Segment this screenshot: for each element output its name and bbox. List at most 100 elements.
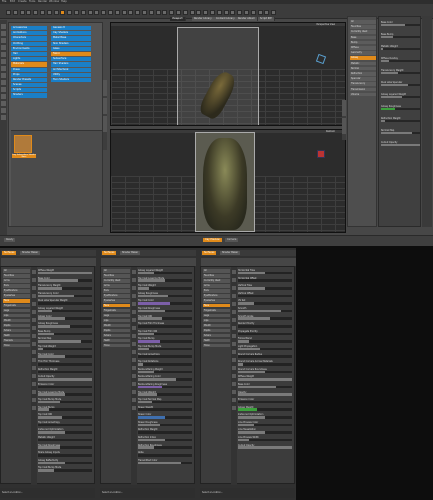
tool-icon[interactable]	[32, 350, 36, 354]
property-slider[interactable]: Backscattering Weight	[138, 368, 193, 374]
surface-tree-item[interactable]: Fingernails	[203, 308, 230, 313]
property-slider[interactable]: Base Color	[38, 277, 93, 283]
slider-track[interactable]	[38, 423, 92, 427]
slider-track[interactable]	[381, 35, 420, 38]
slider-track[interactable]	[38, 271, 92, 275]
surface-group-item[interactable]: Diffuse	[350, 46, 376, 50]
tool-icon[interactable]	[232, 374, 236, 378]
tool-icon[interactable]	[232, 278, 236, 282]
tool-icon[interactable]	[1, 66, 6, 71]
slider-track[interactable]	[238, 408, 292, 412]
slider-track[interactable]	[38, 317, 92, 320]
property-slider[interactable]: Translucency Color	[38, 292, 93, 298]
property-slider[interactable]: Top Coat IOR	[138, 315, 193, 321]
surface-tree-item[interactable]: Pupils	[3, 323, 30, 328]
status-camera[interactable]: Camera	[225, 238, 239, 242]
surface-tree-item[interactable]: All	[103, 269, 130, 273]
tool-icon[interactable]	[32, 302, 36, 306]
slider-track[interactable]	[38, 347, 92, 351]
slider-track[interactable]	[238, 309, 292, 313]
slider-track[interactable]	[38, 393, 92, 396]
property-slider[interactable]: Glossy Color	[38, 315, 93, 321]
surface-tree-item[interactable]: Sclera	[3, 328, 30, 333]
property-slider[interactable]: Instanced Optimization	[38, 428, 93, 434]
toolbar-button[interactable]	[108, 10, 113, 15]
pane-tab[interactable]: Shader Baker	[20, 251, 41, 255]
tool-icon[interactable]	[132, 406, 136, 410]
surface-group-item[interactable]: Transmission	[350, 87, 376, 92]
tool-icon[interactable]	[132, 286, 136, 290]
toolbar-button[interactable]	[74, 10, 79, 15]
view-cube-icon[interactable]	[317, 150, 325, 158]
slider-track[interactable]	[138, 393, 192, 396]
property-slider[interactable]: Top Coat Color	[138, 299, 193, 305]
slider-track[interactable]	[138, 332, 192, 336]
tool-icon[interactable]	[32, 358, 36, 362]
pane-tab[interactable]: Surfaces	[2, 251, 17, 255]
tool-icon[interactable]	[1, 45, 6, 50]
library-folder-item[interactable]: Utility	[51, 72, 91, 77]
tool-icon[interactable]	[1, 38, 6, 43]
property-slider[interactable]: Backscattering Roughness	[138, 383, 193, 389]
property-slider[interactable]: Top Coat Roughness	[138, 307, 193, 313]
property-slider[interactable]: Refraction Weight	[38, 368, 93, 374]
tool-icon[interactable]	[32, 318, 36, 322]
toolbar-button[interactable]	[223, 10, 229, 15]
surface-tree-item[interactable]: Pupils	[203, 328, 230, 333]
toolbar-button[interactable]	[162, 10, 168, 15]
property-slider[interactable]: Top Coat Bump	[38, 406, 93, 412]
toolbar-button[interactable]	[142, 10, 147, 15]
property-slider[interactable]: Instanced Optimization	[238, 413, 293, 419]
slider-track[interactable]	[238, 446, 292, 450]
surface-tree-item[interactable]: Sclera	[203, 333, 230, 338]
property-slider[interactable]: Glossy Layered Weight	[38, 307, 93, 313]
surface-tree-item[interactable]: Currently Used	[203, 278, 230, 283]
slider-track[interactable]	[38, 340, 92, 343]
property-slider[interactable]: Opacity	[238, 391, 293, 397]
tool-icon[interactable]	[32, 326, 36, 330]
library-folder-item[interactable]: Environments	[11, 46, 47, 51]
surface-tree-item[interactable]: Fingernails	[103, 308, 130, 313]
property-slider[interactable]: Diffuse Weight	[38, 269, 93, 275]
slider-track[interactable]	[38, 355, 92, 358]
slider-track[interactable]	[238, 279, 292, 282]
toolbar-button[interactable]	[19, 10, 25, 15]
slider-track[interactable]	[38, 332, 92, 336]
surface-group-item[interactable]: Favorites	[350, 25, 376, 29]
toolbar-button[interactable]	[46, 10, 52, 15]
surface-tree-item[interactable]: All	[203, 269, 230, 273]
property-slider[interactable]: Dual Lobe Specular	[381, 81, 420, 86]
tool-icon[interactable]	[132, 270, 136, 274]
slider-track[interactable]	[238, 332, 292, 336]
property-slider[interactable]: Base Color	[238, 383, 293, 389]
toolbar-button[interactable]	[33, 10, 39, 15]
scene-tab[interactable]: Script IDE	[258, 17, 275, 21]
property-slider[interactable]: Share Glossy Inputs	[38, 451, 93, 457]
tool-icon[interactable]	[132, 398, 136, 402]
surface-group-item[interactable]: Glossy	[350, 56, 376, 60]
slider-track[interactable]	[138, 271, 192, 275]
slider-track[interactable]	[138, 347, 192, 351]
tool-icon[interactable]	[132, 326, 136, 330]
tool-icon[interactable]	[232, 302, 236, 306]
slider-track[interactable]	[138, 286, 192, 290]
pane-tab[interactable]: Surfaces	[102, 251, 117, 255]
property-slider[interactable]: Emission Color	[238, 398, 293, 404]
property-slider[interactable]: Horizontal Offset	[238, 277, 293, 283]
surface-tree-item[interactable]: Legs	[3, 308, 30, 313]
property-slider[interactable]: Vertical Offset	[238, 292, 293, 298]
tool-icon[interactable]	[132, 334, 136, 338]
toolbar-button[interactable]	[80, 10, 86, 15]
slider-track[interactable]	[238, 393, 292, 396]
tool-icon[interactable]	[232, 406, 236, 410]
property-slider[interactable]: Backscattering Color	[138, 375, 193, 381]
slider-track[interactable]	[138, 431, 192, 434]
slider-track[interactable]	[381, 131, 420, 134]
property-slider[interactable]: Base Bump	[38, 330, 93, 336]
tool-icon[interactable]	[32, 342, 36, 346]
slider-track[interactable]	[38, 294, 92, 298]
property-slider[interactable]: Top Coat Roughness	[38, 444, 93, 450]
surface-group-item[interactable]: Normal	[350, 66, 376, 71]
slider-track[interactable]	[38, 378, 92, 381]
tool-icon[interactable]	[1, 115, 6, 120]
